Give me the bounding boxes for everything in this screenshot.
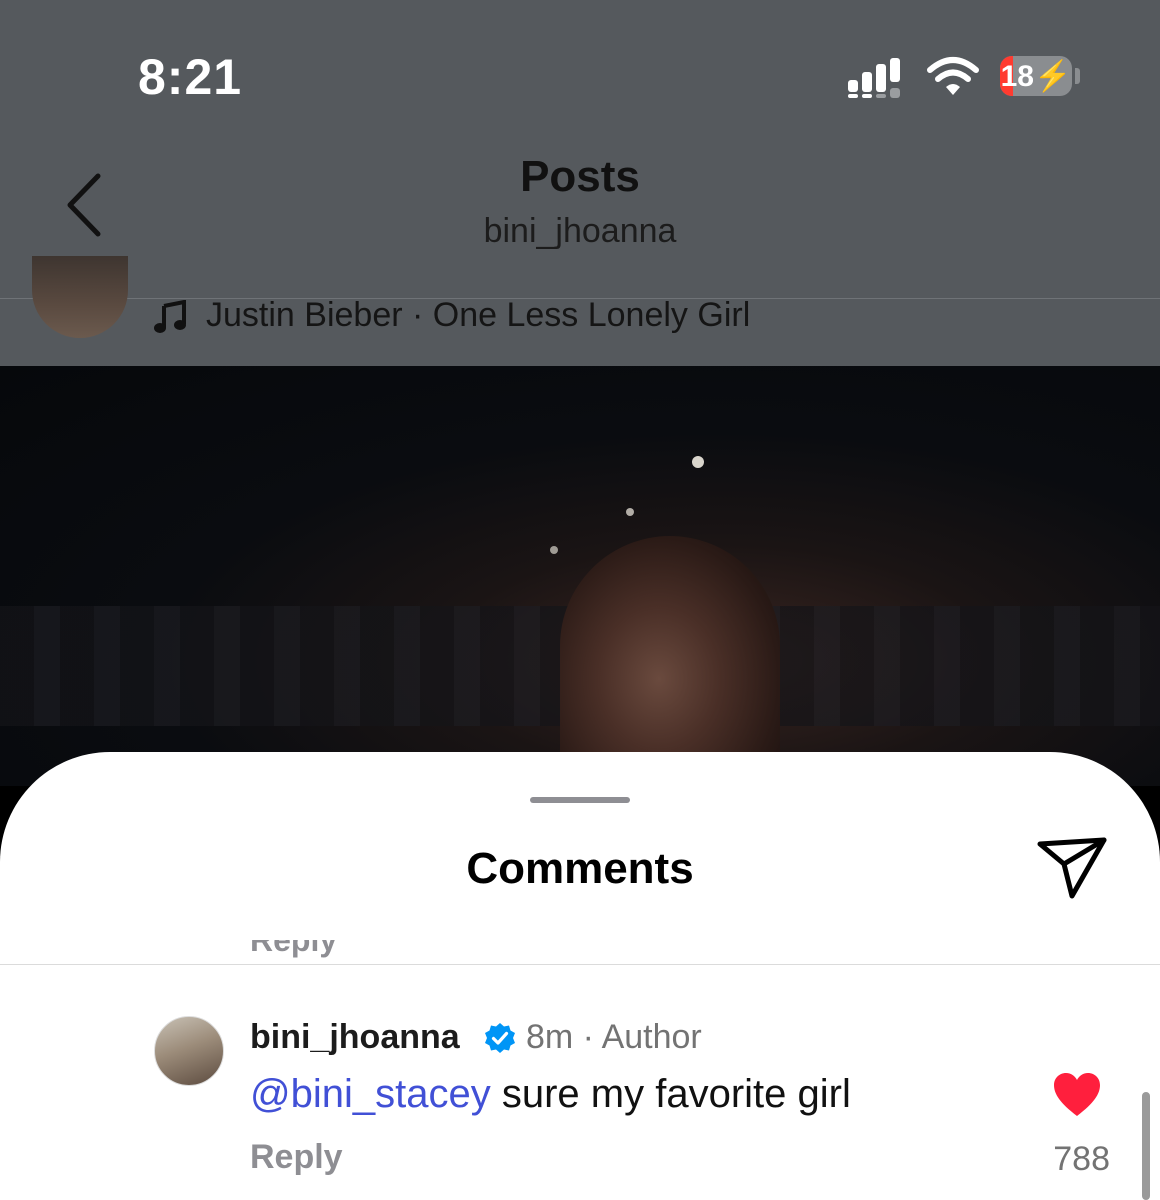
author-badge: Author (601, 1018, 702, 1056)
share-icon[interactable] (1034, 836, 1110, 902)
avatar[interactable] (154, 1016, 224, 1086)
comment-body: sure my favorite girl (490, 1072, 851, 1116)
status-time: 8:21 (138, 49, 243, 105)
post-photo-subject (560, 536, 780, 786)
comment-meta: 8m · Author (526, 1018, 702, 1056)
heart-icon[interactable] (1052, 1072, 1102, 1118)
comment-username[interactable]: bini_jhoanna (250, 1018, 460, 1057)
light-dot (692, 456, 704, 468)
page-subtitle: bini_jhoanna (483, 212, 677, 250)
light-dot (626, 508, 634, 516)
comment-text: @bini_stacey sure my favorite girl (250, 1072, 851, 1117)
battery-percent: 18⚡ (1000, 60, 1072, 93)
light-dot (550, 546, 558, 554)
top-overlay: 8:21 18⚡ Posts bini_jhoanna Justin Biebe… (0, 0, 1160, 366)
battery-indicator: 18⚡ (1000, 56, 1072, 96)
reply-button[interactable]: Reply (250, 1138, 343, 1177)
comments-sheet: Comments Reply bini_jhoanna 8m · Author … (0, 752, 1160, 1200)
post-music-label[interactable]: Justin Bieber · One Less Lonely Girl (206, 296, 750, 335)
comments-title: Comments (466, 844, 694, 893)
previous-reply-label: Reply (250, 940, 338, 958)
scrollbar[interactable] (1142, 1092, 1150, 1200)
post-author-avatar[interactable] (32, 256, 128, 338)
comment-time: 8m (526, 1018, 574, 1056)
comment-mention[interactable]: @bini_stacey (250, 1072, 491, 1116)
previous-comment-reply[interactable]: Reply (250, 940, 337, 964)
like-count: 788 (1053, 1140, 1110, 1178)
verified-badge-icon (485, 1023, 515, 1053)
sheet-drag-handle[interactable] (530, 797, 630, 803)
music-note-icon (154, 300, 186, 333)
battery-cap (1075, 68, 1080, 84)
page-title: Posts (520, 152, 640, 201)
cellular-signal-icon (848, 58, 900, 98)
sheet-divider (0, 964, 1160, 965)
wifi-icon (927, 57, 979, 95)
post-media[interactable] (0, 366, 1160, 786)
